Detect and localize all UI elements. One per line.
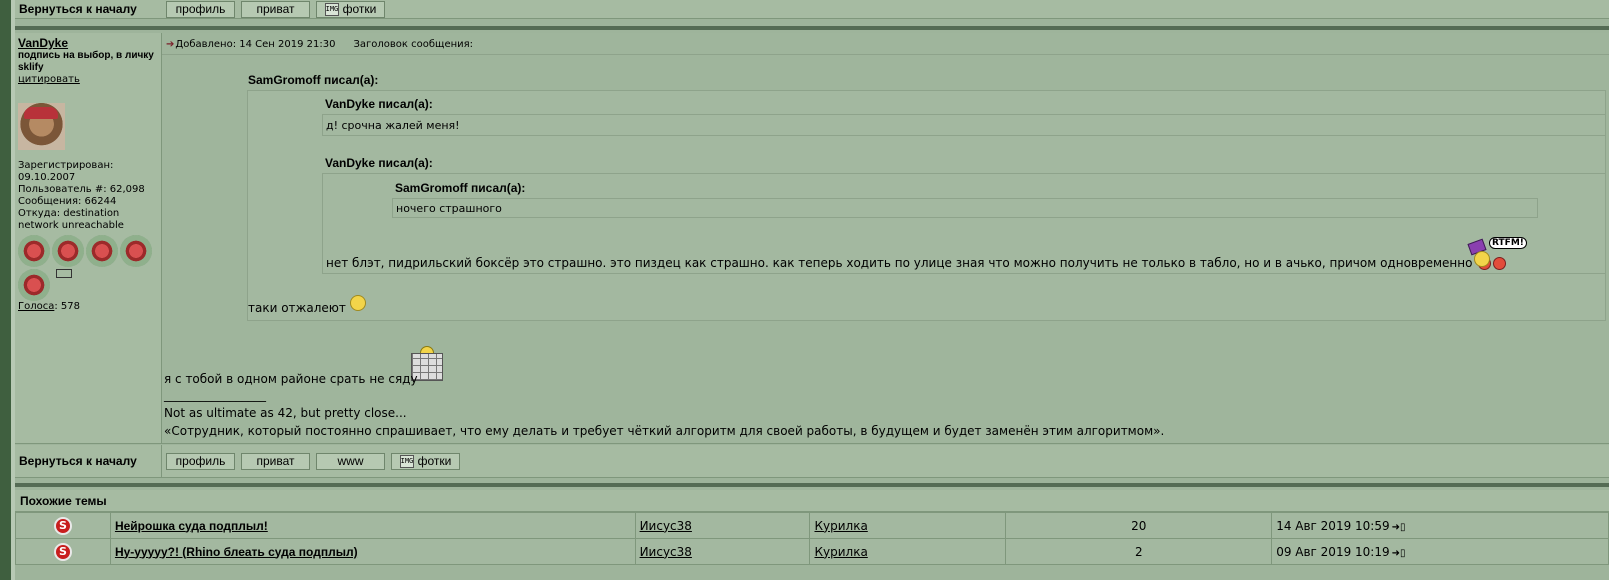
topic-forum-link[interactable]: Курилка xyxy=(814,519,867,533)
quote-author-inner3: SamGromoff писал(а): xyxy=(395,181,526,195)
back-to-top-link-bottom[interactable]: Вернуться к началу xyxy=(15,444,162,478)
topic-last-post-date: 14 Авг 2019 10:59 xyxy=(1276,518,1390,533)
author-username[interactable]: VanDyke xyxy=(18,36,158,50)
profile-button[interactable]: профиль xyxy=(166,0,235,18)
rank-star-icon xyxy=(18,235,50,267)
wink-smiley-icon xyxy=(349,294,366,311)
topic-forum-link[interactable]: Курилка xyxy=(814,545,867,559)
rank-star-icon xyxy=(86,235,118,267)
post-date: Добавлено: 14 Сен 2019 21:30 xyxy=(175,39,336,50)
photos-label: фотки xyxy=(417,454,452,468)
profile-label: профиль xyxy=(175,2,226,16)
signature-line2: «Сотрудник, который постоянно спрашивает… xyxy=(164,424,1165,438)
private-label: приват xyxy=(256,454,295,468)
profile-label: профиль xyxy=(175,454,226,468)
similar-topics-table: S Нейрошка суда подплыл! Иисус38 Курилка… xyxy=(15,512,1609,565)
message-count: Сообщения: 66244 xyxy=(18,196,117,207)
signature-line1: Not as ultimate as 42, but pretty close.… xyxy=(164,406,407,420)
avatar xyxy=(18,103,65,150)
table-row: S Ну-ууууу?! (Rhino блеать суда подплыл)… xyxy=(15,538,1609,565)
photos-icon: IMG xyxy=(324,2,339,16)
post-meta: ➔Добавлено: 14 Сен 2019 21:30 Заголовок с… xyxy=(166,39,473,50)
similar-topics-title: Похожие темы xyxy=(15,490,1609,512)
topic-status-icon: S xyxy=(53,542,72,561)
author-signature: подпись на выбор, в личку sklify xyxy=(18,50,154,73)
votes-count: : 578 xyxy=(54,301,80,312)
private-message-button-bottom[interactable]: приват xyxy=(241,452,310,470)
vote-plus-icon[interactable] xyxy=(56,269,72,278)
post-arrow-icon[interactable]: ➔ xyxy=(166,39,174,50)
top-post-actions: Вернуться к началу профиль приват IMG фот… xyxy=(15,0,1609,19)
photos-label: фотки xyxy=(342,2,377,16)
goto-last-post-icon[interactable]: ➜▯ xyxy=(1392,548,1406,559)
topic-link[interactable]: Ну-ууууу?! (Rhino блеать суда подплыл) xyxy=(115,545,358,559)
left-border xyxy=(0,0,11,580)
back-to-top-link[interactable]: Вернуться к началу xyxy=(15,2,162,16)
user-number: Пользователь #: 62,098 xyxy=(18,184,145,195)
rank-stars xyxy=(18,235,158,301)
forum-post: VanDyke подпись на выбор, в личку sklify… xyxy=(15,33,1609,444)
photos-button[interactable]: IMG фотки xyxy=(316,0,385,18)
rank-star-icon xyxy=(18,269,50,301)
registered-date: 09.10.2007 xyxy=(18,172,76,183)
topic-last-post-date: 09 Авг 2019 10:19 xyxy=(1276,544,1390,559)
rtfm-smiley-icon xyxy=(1474,251,1490,267)
quote-text-inner1: д! срочна жалей меня! xyxy=(326,119,460,132)
reply-text: я с тобой в одном районе срать не сяду xyxy=(164,372,418,386)
quote-text-outer-content: таки отжалеют xyxy=(248,301,346,315)
topic-status-icon: S xyxy=(53,516,72,535)
profile-button-bottom[interactable]: профиль xyxy=(166,452,235,470)
quote-author-inner2: VanDyke писал(а): xyxy=(325,156,433,170)
rank-star-icon xyxy=(120,235,152,267)
goto-last-post-icon[interactable]: ➜▯ xyxy=(1392,522,1406,533)
votes-link[interactable]: Голоса xyxy=(18,301,54,312)
topic-replies: 2 xyxy=(1134,544,1143,559)
quote-link[interactable]: цитировать xyxy=(18,74,158,85)
private-message-button[interactable]: приват xyxy=(241,0,310,18)
registered-label: Зарегистрирован: xyxy=(18,160,114,171)
author-location: Откуда: destination network unreachable xyxy=(18,208,124,231)
post-body: ➔Добавлено: 14 Сен 2019 21:30 Заголовок с… xyxy=(162,33,1609,443)
private-label: приват xyxy=(256,2,295,16)
meta-separator xyxy=(162,54,1609,55)
topic-author-link[interactable]: Иисус38 xyxy=(640,519,692,533)
rtfm-bubble: RTFM! xyxy=(1489,237,1527,249)
quote-author-outer: SamGromoff писал(а): xyxy=(248,73,379,87)
section-divider xyxy=(15,483,1609,487)
topic-link[interactable]: Нейрошка суда подплыл! xyxy=(115,519,268,533)
quote-text-inner3: ночего страшного xyxy=(396,202,502,215)
rank-star-icon xyxy=(52,235,84,267)
table-row: S Нейрошка суда подплыл! Иисус38 Курилка… xyxy=(15,512,1609,539)
bottom-post-actions: Вернуться к началу профиль приват www IM… xyxy=(15,444,1609,478)
photos-icon: IMG xyxy=(399,454,414,468)
post-divider xyxy=(15,26,1609,30)
quote-author-inner1: VanDyke писал(а): xyxy=(325,97,433,111)
photos-button-bottom[interactable]: IMG фотки xyxy=(391,452,460,470)
topic-author-link[interactable]: Иисус38 xyxy=(640,545,692,559)
signature-separator: _________________ xyxy=(164,388,266,402)
quote-box-inner3 xyxy=(392,198,1538,218)
quote-box-inner1 xyxy=(322,114,1606,136)
quote-text-outer: таки отжалеют xyxy=(248,294,366,315)
www-button[interactable]: www xyxy=(316,452,385,470)
subject-label: Заголовок сообщения: xyxy=(353,39,474,50)
quote-text-inner2-content: нет блэт, пидрильский боксёр это страшно… xyxy=(326,256,1473,270)
angry-smiley-icon xyxy=(1493,257,1507,270)
www-label: www xyxy=(337,454,364,468)
topic-replies: 20 xyxy=(1131,518,1147,533)
post-author-panel: VanDyke подпись на выбор, в личку sklify… xyxy=(15,33,162,443)
quote-text-inner2: нет блэт, пидрильский боксёр это страшно… xyxy=(326,256,1507,270)
